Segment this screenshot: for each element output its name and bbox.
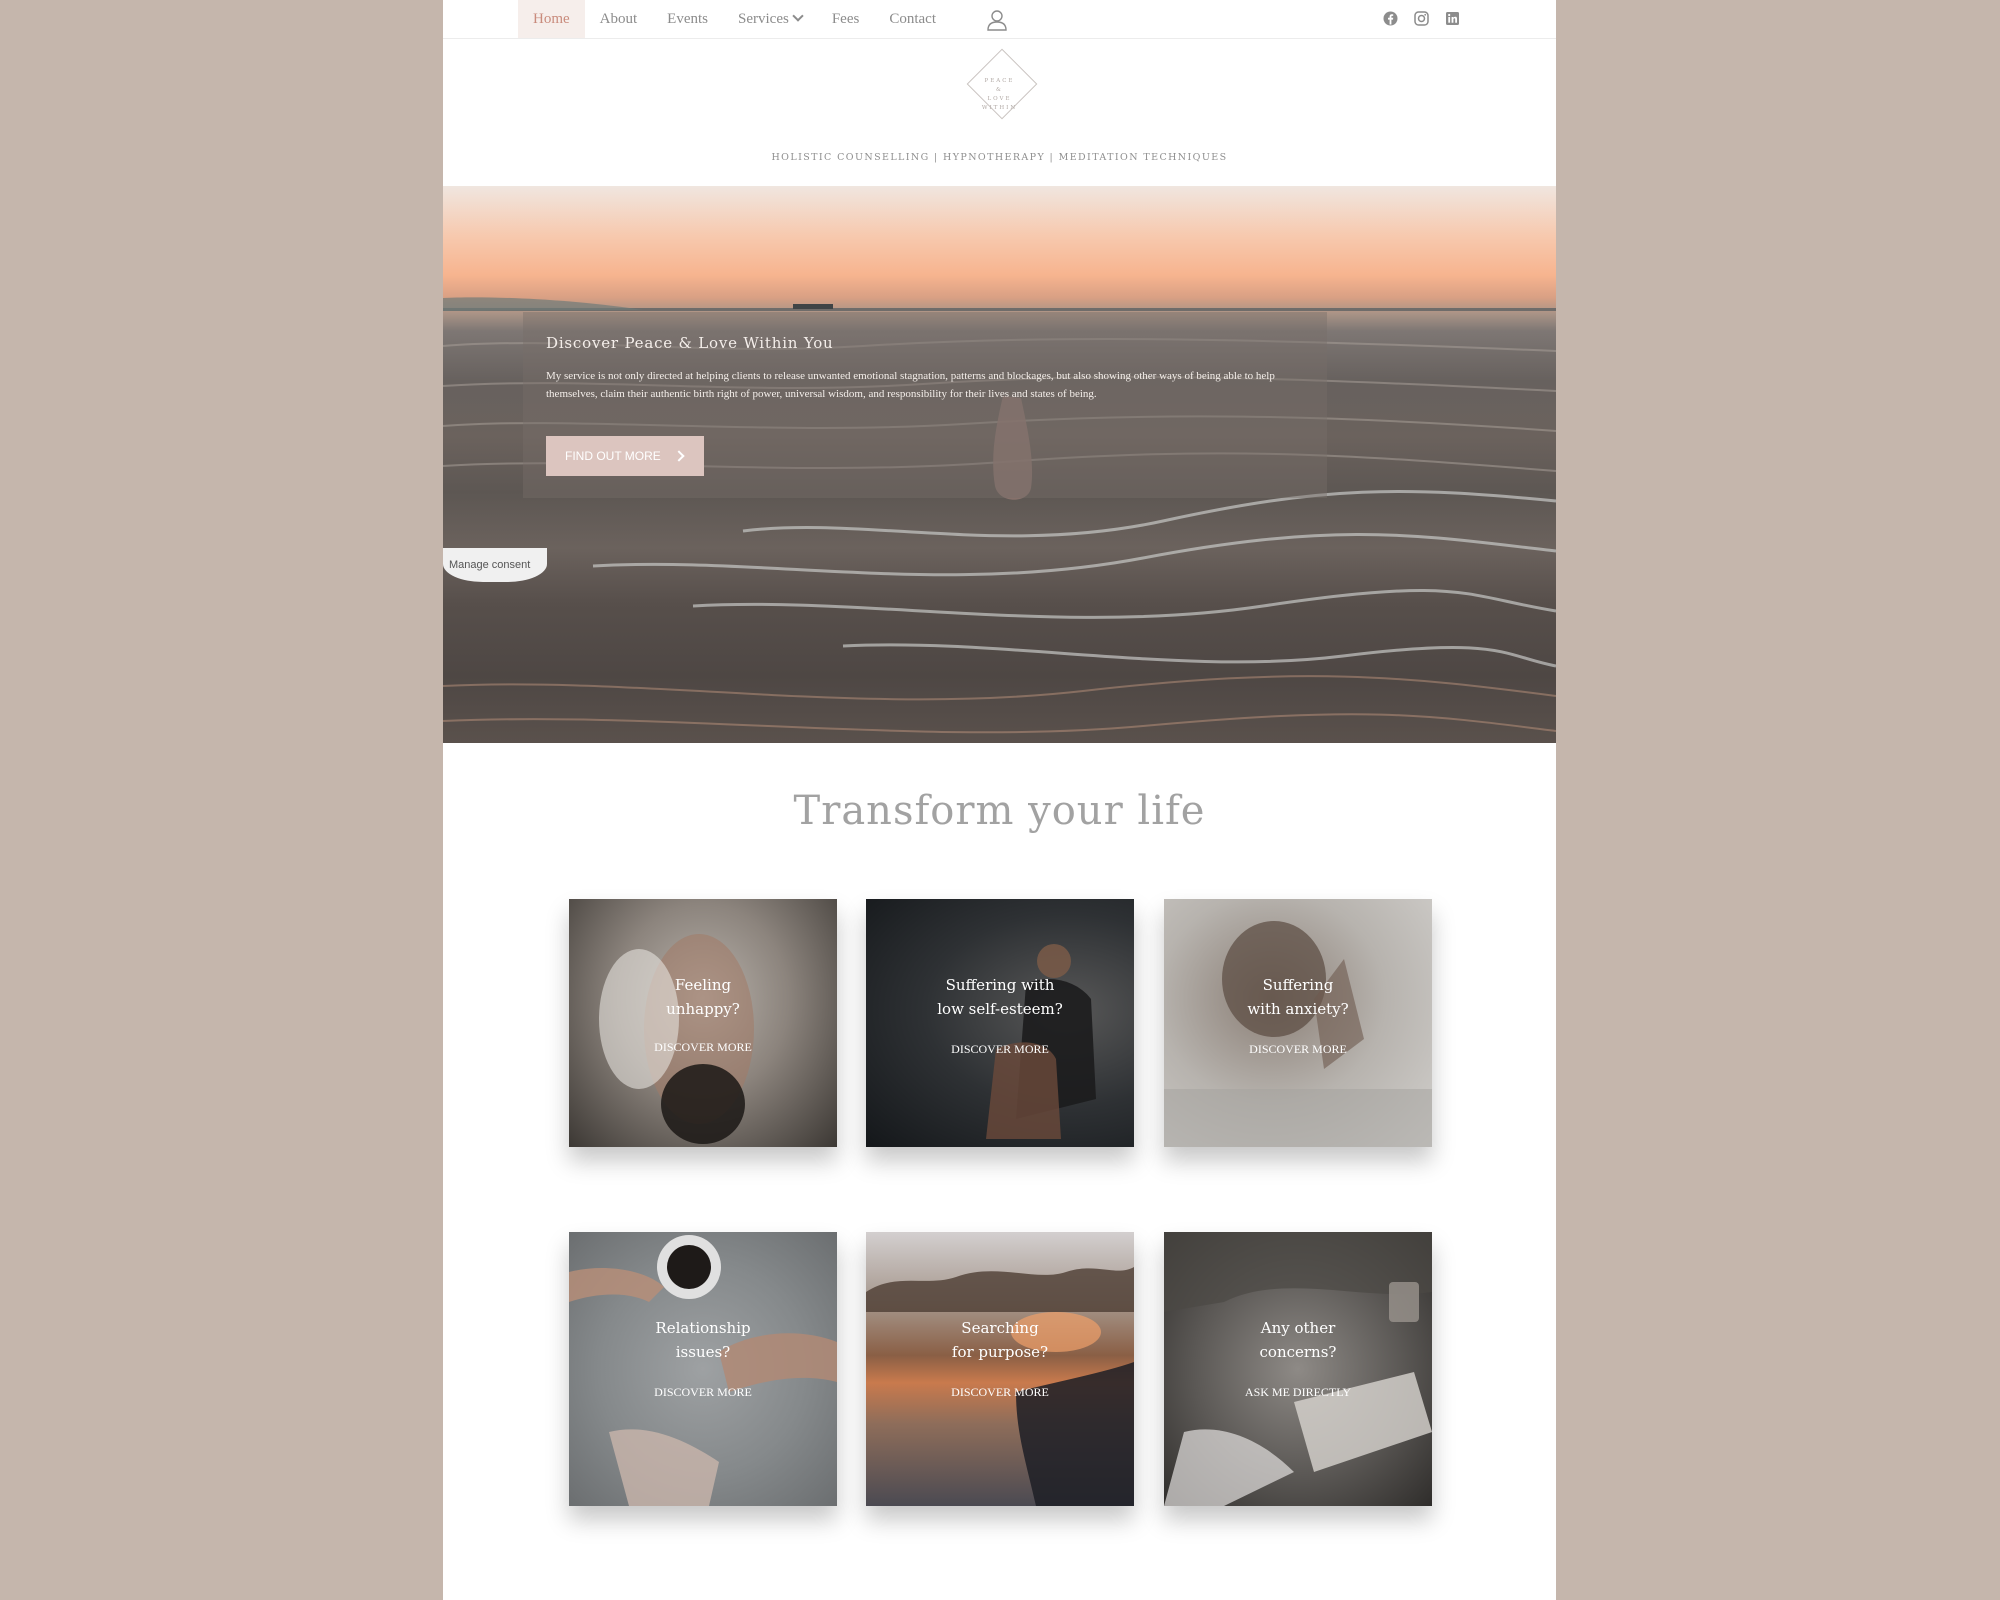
service-card-self-esteem[interactable]: Suffering with low self-esteem? DISCOVER… [866, 899, 1134, 1147]
card-caption-line: Feeling [674, 976, 732, 994]
card-caption: Suffering with low self-esteem? [866, 973, 1134, 1021]
main-menu: Home About Events Services Fees Contact [518, 0, 951, 38]
hero-text: My service is not only directed at helpi… [546, 370, 1275, 400]
service-card-purpose[interactable]: Searching for purpose? DISCOVER MORE [866, 1232, 1134, 1506]
nav-item-services-label: Services [738, 11, 789, 27]
card-caption-line: Suffering with [945, 976, 1055, 994]
card-caption-line: concerns? [1259, 1343, 1337, 1361]
service-card-other-concerns[interactable]: Any other concerns? ASK ME DIRECTLY [1164, 1232, 1432, 1506]
service-card-relationship[interactable]: Relationship issues? DISCOVER MORE [569, 1232, 837, 1506]
service-card-anxiety[interactable]: Suffering with anxiety? DISCOVER MORE [1164, 899, 1432, 1147]
header-logo-area: PEACE & LOVE WITHIN HOLISTIC COUNSELLING… [443, 39, 1556, 186]
hero-overlay-box: Discover Peace & Love Within You My serv… [523, 312, 1327, 498]
nav-item-fees[interactable]: Fees [817, 0, 875, 38]
card-image [986, 944, 1096, 1139]
card-caption-line: with anxiety? [1247, 1000, 1349, 1018]
user-icon[interactable] [986, 9, 1008, 31]
hero-title: Discover Peace & Love Within You [546, 334, 834, 352]
site-tagline: HOLISTIC COUNSELLING | HYPNOTHERAPY | ME… [771, 152, 1228, 163]
linkedin-icon[interactable] [1444, 10, 1461, 27]
logo[interactable]: PEACE & LOVE WITHIN [943, 77, 1056, 113]
card-caption: Feeling unhappy? [569, 973, 837, 1021]
page: Home About Events Services Fees Contact [443, 0, 1556, 1600]
manage-consent-button[interactable]: Manage consent [443, 548, 547, 582]
card-caption: Relationship issues? [569, 1316, 837, 1364]
logo-line: PEACE [984, 78, 1015, 84]
discover-more-link[interactable]: DISCOVER MORE [569, 1040, 837, 1055]
nav-item-events[interactable]: Events [652, 0, 723, 38]
card-caption: Any other concerns? [1164, 1316, 1432, 1364]
hero-banner: Discover Peace & Love Within You My serv… [443, 186, 1556, 743]
discover-more-link[interactable]: DISCOVER MORE [866, 1042, 1134, 1057]
discover-more-link[interactable]: DISCOVER MORE [1164, 1042, 1432, 1057]
logo-line: & [996, 87, 1003, 93]
logo-line: WITHIN [981, 105, 1018, 111]
card-caption-line: Searching [961, 1319, 1039, 1337]
section-title: Transform your life [793, 788, 1206, 834]
nav-item-contact[interactable]: Contact [874, 0, 951, 38]
social-links [1382, 10, 1461, 27]
card-caption-line: low self-esteem? [937, 1000, 1063, 1018]
nav-item-home[interactable]: Home [518, 0, 585, 38]
card-image [1164, 921, 1432, 1147]
chevron-right-icon [673, 450, 685, 462]
card-image [569, 1235, 837, 1506]
ask-me-directly-link[interactable]: ASK ME DIRECTLY [1164, 1385, 1432, 1400]
card-caption-line: unhappy? [666, 1000, 740, 1018]
service-card-unhappy[interactable]: Feeling unhappy? DISCOVER MORE [569, 899, 837, 1147]
card-caption-line: Relationship [655, 1319, 751, 1337]
card-caption-line: Suffering [1262, 976, 1334, 994]
logo-line: LOVE [987, 96, 1012, 102]
card-caption-line: issues? [675, 1343, 731, 1361]
discover-more-link[interactable]: DISCOVER MORE [866, 1385, 1134, 1400]
facebook-icon[interactable] [1382, 10, 1399, 27]
card-caption-line: for purpose? [951, 1343, 1049, 1361]
find-out-more-button[interactable]: FIND OUT MORE [546, 436, 704, 476]
instagram-icon[interactable] [1413, 10, 1430, 27]
card-caption: Suffering with anxiety? [1164, 973, 1432, 1021]
card-caption: Searching for purpose? [866, 1316, 1134, 1364]
discover-more-link[interactable]: DISCOVER MORE [569, 1385, 837, 1400]
find-out-more-label: FIND OUT MORE [565, 449, 661, 463]
chevron-down-icon [792, 10, 804, 22]
card-image [866, 1267, 1134, 1506]
top-navigation: Home About Events Services Fees Contact [443, 0, 1556, 39]
card-caption-line: Any other [1260, 1319, 1336, 1337]
card-image [1164, 1232, 1432, 1506]
nav-item-about[interactable]: About [585, 0, 653, 38]
nav-item-services[interactable]: Services [723, 0, 817, 38]
card-image [599, 934, 754, 1144]
